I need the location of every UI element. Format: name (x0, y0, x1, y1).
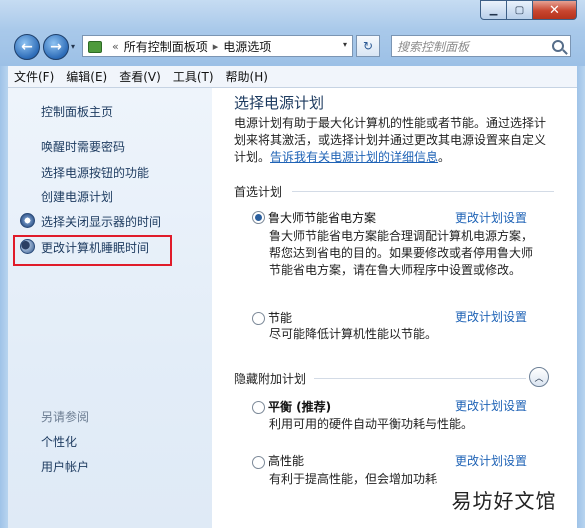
window-controls: ▁ ▢ ✕ (480, 0, 577, 20)
control-panel-icon (87, 39, 103, 53)
maximize-button[interactable]: ▢ (507, 0, 533, 20)
close-button[interactable]: ✕ (533, 0, 577, 20)
menu-help[interactable]: 帮助(H) (226, 68, 268, 85)
breadcrumb-overflow[interactable]: « (112, 40, 119, 53)
search-input[interactable]: 搜索控制面板 (397, 38, 552, 55)
description-end: 。 (438, 150, 451, 164)
chevron-up-icon: ︿ (534, 373, 544, 384)
plan-desc-ludashi: 鲁大师节能省电方案能合理调配计算机电源方案，帮您达到省电的目的。如果要修改或者停… (269, 229, 534, 277)
plan-name-ludashi[interactable]: 鲁大师节能省电方案 (268, 209, 376, 226)
menu-view[interactable]: 查看(V) (119, 68, 161, 85)
sidebar-item-personalization[interactable]: 个性化 (41, 433, 77, 450)
sidebar-item-display-off-time[interactable]: 选择关闭显示器的时间 (41, 213, 161, 230)
plan-desc-power-saver: 尽可能降低计算机性能以节能。 (269, 327, 438, 341)
plan-radio-power-saver[interactable] (252, 312, 265, 325)
window-frame-left (0, 66, 8, 528)
task-pane: 控制面板主页 唤醒时需要密码 选择电源按钮的功能 创建电源计划 选择关闭显示器的… (8, 88, 212, 528)
minimize-button[interactable]: ▁ (480, 0, 507, 20)
group-divider (314, 378, 526, 379)
sidebar-item-control-panel-home[interactable]: 控制面板主页 (41, 103, 113, 120)
recent-pages-dropdown-icon[interactable]: ▾ (71, 42, 75, 51)
menu-tools[interactable]: 工具(T) (173, 68, 214, 85)
see-also-heading: 另请参阅 (41, 410, 90, 424)
highlight-box (13, 235, 172, 266)
change-plan-settings-balanced[interactable]: 更改计划设置 (455, 397, 527, 414)
breadcrumb-power-options[interactable]: 电源选项 (223, 38, 271, 55)
search-icon[interactable] (552, 40, 564, 52)
refresh-icon: ↻ (362, 39, 374, 53)
plan-radio-ludashi[interactable] (252, 211, 265, 224)
back-button[interactable]: ← (14, 34, 40, 60)
sidebar-item-wake-password[interactable]: 唤醒时需要密码 (41, 138, 125, 155)
plan-radio-balanced[interactable] (252, 401, 265, 414)
address-dropdown-icon[interactable]: ▾ (343, 40, 347, 49)
collapse-hidden-plans-button[interactable]: ︿ (529, 367, 549, 387)
main-content: 选择电源计划 电源计划有助于最大化计算机的性能或者节能。通过选择计划来将其激活，… (212, 88, 577, 528)
menu-bar: 文件(F) 编辑(E) 查看(V) 工具(T) 帮助(H) (8, 66, 577, 88)
change-plan-settings-high-performance[interactable]: 更改计划设置 (455, 452, 527, 469)
page-title: 选择电源计划 (234, 94, 325, 112)
preferred-plans-label: 首选计划 (234, 185, 283, 199)
sidebar-item-create-plan[interactable]: 创建电源计划 (41, 188, 113, 205)
plan-name-high-performance[interactable]: 高性能 (268, 452, 304, 469)
window-frame-right (577, 66, 585, 528)
display-clock-icon (20, 213, 35, 228)
breadcrumb-separator-icon[interactable]: ▸ (213, 40, 219, 53)
page-description: 电源计划有助于最大化计算机的性能或者节能。通过选择计划来将其激活，或选择计划并通… (234, 115, 554, 166)
sidebar-item-user-accounts[interactable]: 用户帐户 (41, 458, 89, 475)
forward-button[interactable]: → (43, 34, 69, 60)
hidden-plans-label: 隐藏附加计划 (234, 372, 307, 386)
plan-radio-high-performance[interactable] (252, 456, 265, 469)
sidebar-item-power-buttons[interactable]: 选择电源按钮的功能 (41, 164, 149, 181)
menu-file[interactable]: 文件(F) (14, 68, 54, 85)
address-bar[interactable]: « 所有控制面板项 ▸ 电源选项 ▾ (82, 35, 353, 57)
plan-name-balanced[interactable]: 平衡 (推荐) (268, 398, 331, 415)
change-plan-settings-power-saver[interactable]: 更改计划设置 (455, 308, 527, 325)
change-plan-settings-ludashi[interactable]: 更改计划设置 (455, 209, 527, 226)
forward-arrow-icon: → (50, 39, 62, 55)
group-divider (292, 191, 554, 192)
power-plan-info-link[interactable]: 告诉我有关电源计划的详细信息 (270, 150, 438, 164)
back-arrow-icon: ← (21, 39, 33, 55)
plan-name-power-saver[interactable]: 节能 (268, 309, 292, 326)
plan-desc-balanced: 利用可用的硬件自动平衡功耗与性能。 (269, 417, 474, 431)
breadcrumb-all-items[interactable]: 所有控制面板项 (124, 38, 208, 55)
search-box[interactable]: 搜索控制面板 (391, 35, 571, 57)
watermark: 易坊好文馆 (434, 483, 574, 515)
menu-edit[interactable]: 编辑(E) (66, 68, 107, 85)
refresh-button[interactable]: ↻ (356, 35, 380, 57)
